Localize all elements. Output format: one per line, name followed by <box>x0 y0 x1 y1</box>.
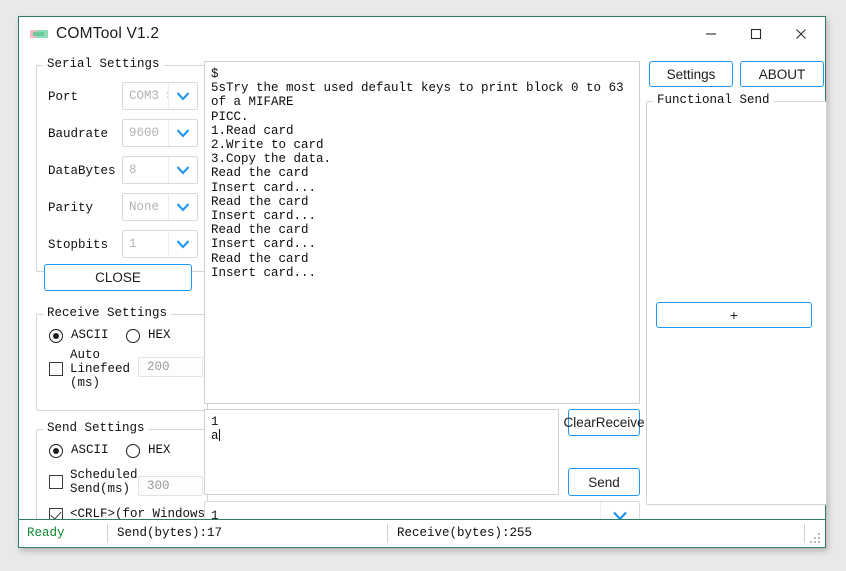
status-state: Ready <box>27 526 65 540</box>
add-functional-send-button[interactable]: + <box>656 302 812 328</box>
port-value: COM3 Si <box>129 89 168 103</box>
baudrate-value: 9600 <box>129 126 160 140</box>
parity-value: None <box>129 200 160 214</box>
status-divider-1 <box>107 524 108 543</box>
stopbits-value: 1 <box>129 237 137 251</box>
scheduled-send-label: Scheduled Send(ms) <box>70 468 138 496</box>
resize-grip[interactable] <box>810 533 821 544</box>
databytes-chevron <box>168 157 197 183</box>
clear-receive-button[interactable]: ClearReceive <box>563 409 645 436</box>
settings-button[interactable]: Settings <box>649 61 733 87</box>
status-divider-2 <box>387 524 388 543</box>
port-select[interactable]: COM3 Si <box>122 82 198 110</box>
baudrate-select[interactable]: 9600 <box>122 119 198 147</box>
databytes-label: DataBytes <box>48 164 116 178</box>
minimize-button[interactable] <box>688 17 734 51</box>
serial-settings-group: Serial Settings Port COM3 Si Baudrate 96… <box>36 57 208 272</box>
stopbits-select[interactable]: 1 <box>122 230 198 258</box>
chevron-down-icon <box>176 166 190 175</box>
chevron-down-icon <box>176 240 190 249</box>
port-label: Port <box>48 90 79 104</box>
send-button[interactable]: Send <box>568 468 640 496</box>
send-ascii-label: ASCII <box>71 443 109 457</box>
receive-settings-group: Receive Settings ASCII HEX Auto Linefeed… <box>36 306 208 411</box>
functional-send-title: Functional Send <box>653 93 774 107</box>
status-divider-3 <box>804 524 805 543</box>
connect-toggle-button[interactable]: CLOSE <box>44 264 192 291</box>
parity-chevron <box>168 194 197 220</box>
title-bar: COMTool V1.2 <box>19 17 825 53</box>
close-button[interactable] <box>778 17 824 51</box>
send-ascii-radio[interactable] <box>49 444 63 458</box>
stopbits-label: Stopbits <box>48 238 109 252</box>
parity-select[interactable]: None <box>122 193 198 221</box>
port-chevron <box>168 83 197 109</box>
receive-ascii-radio[interactable] <box>49 329 63 343</box>
receive-ascii-label: ASCII <box>71 328 109 342</box>
send-textarea-content: 1 a <box>211 415 219 444</box>
minimize-icon <box>706 33 716 35</box>
app-window: COMTool V1.2 Serial Settings Port COM3 S… <box>18 16 827 548</box>
baudrate-label: Baudrate <box>48 127 109 141</box>
scheduled-send-input[interactable]: 300 <box>138 476 203 496</box>
send-settings-title: Send Settings <box>43 421 149 435</box>
receive-settings-title: Receive Settings <box>43 306 172 320</box>
parity-label: Parity <box>48 201 94 215</box>
chevron-down-icon <box>176 129 190 138</box>
send-hex-label: HEX <box>148 443 171 457</box>
scheduled-send-checkbox[interactable] <box>49 475 63 489</box>
databytes-value: 8 <box>129 163 137 177</box>
databytes-select[interactable]: 8 <box>122 156 198 184</box>
chevron-down-icon <box>176 203 190 212</box>
status-bar: Ready Send(bytes):17 Receive(bytes):255 <box>19 519 825 547</box>
functional-send-group: Functional Send + <box>646 93 827 505</box>
maximize-icon <box>750 28 762 40</box>
receive-hex-label: HEX <box>148 328 171 342</box>
text-cursor <box>218 429 220 442</box>
about-button[interactable]: ABOUT <box>740 61 824 87</box>
app-icon <box>30 30 48 38</box>
baudrate-chevron <box>168 120 197 146</box>
window-title: COMTool V1.2 <box>56 25 160 42</box>
maximize-button[interactable] <box>733 17 779 51</box>
auto-linefeed-input[interactable]: 200 <box>138 357 203 377</box>
status-receive-bytes: Receive(bytes):255 <box>397 526 533 540</box>
send-textarea[interactable]: 1 a <box>204 409 559 495</box>
send-hex-radio[interactable] <box>126 444 140 458</box>
close-icon <box>796 29 806 39</box>
auto-linefeed-label: Auto Linefeed (ms) <box>70 348 131 390</box>
receive-textarea[interactable]: $ 5sTry the most used default keys to pr… <box>204 61 640 404</box>
auto-linefeed-checkbox[interactable] <box>49 362 63 376</box>
status-send-bytes: Send(bytes):17 <box>117 526 223 540</box>
receive-hex-radio[interactable] <box>126 329 140 343</box>
chevron-down-icon <box>176 92 190 101</box>
stopbits-chevron <box>168 231 197 257</box>
serial-settings-title: Serial Settings <box>43 57 164 71</box>
